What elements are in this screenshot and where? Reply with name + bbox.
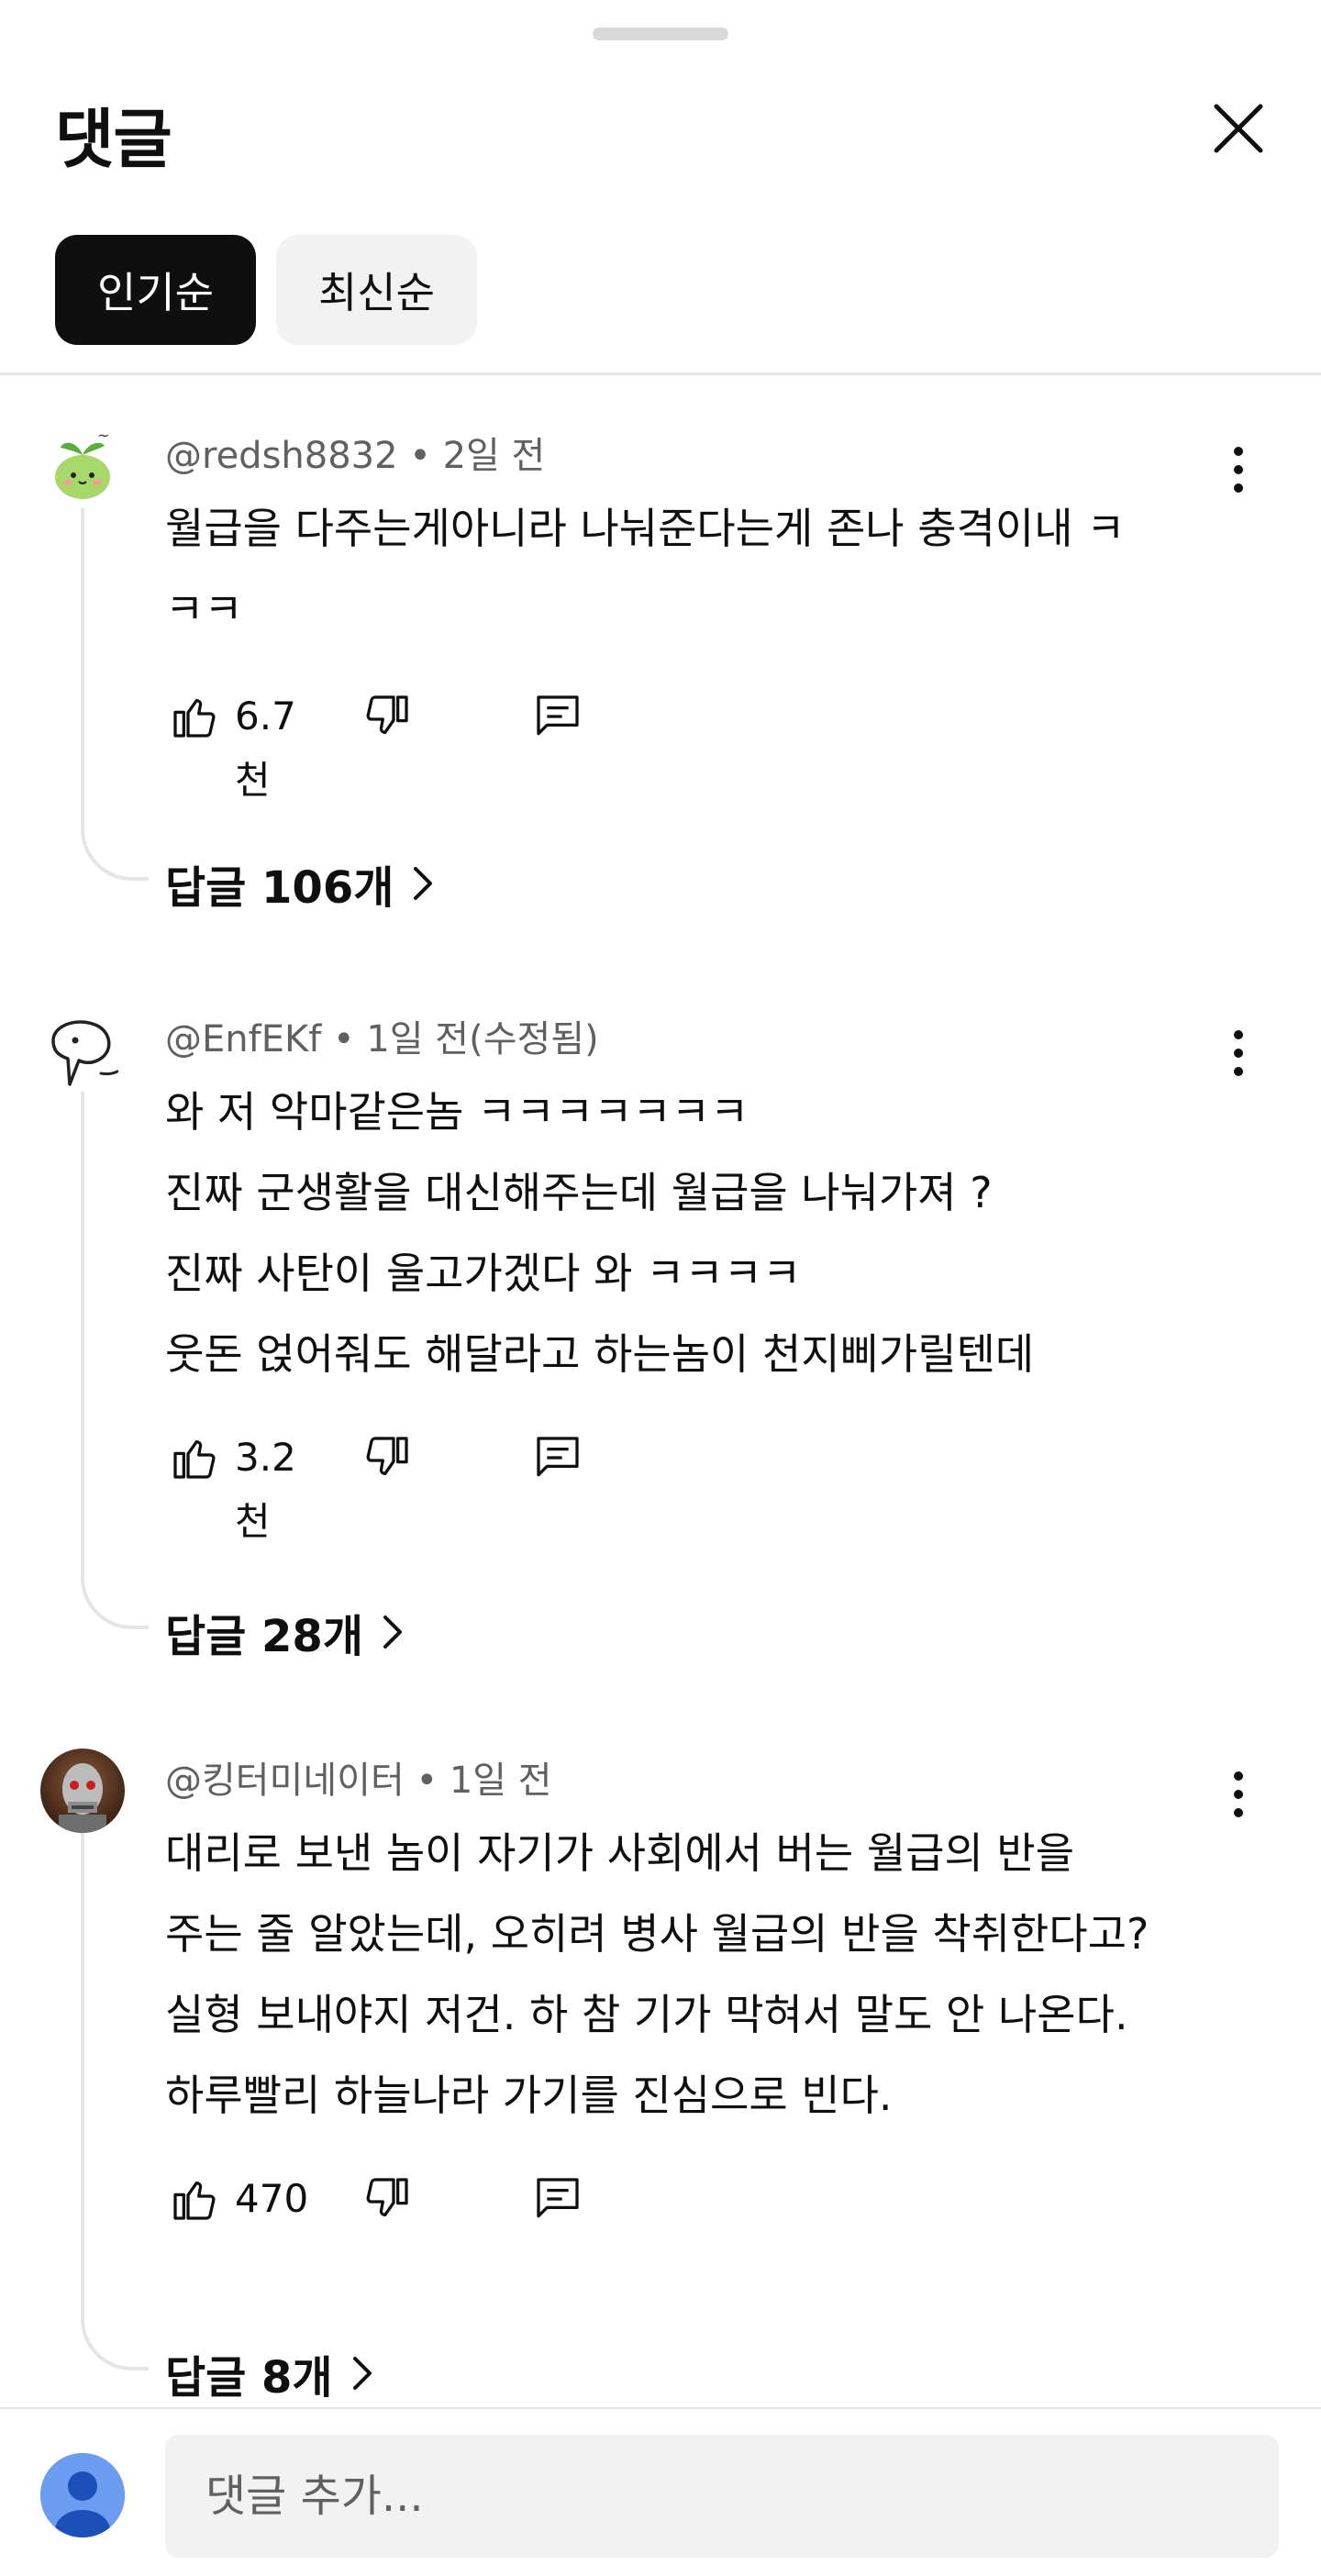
chevron-right-icon [352,2357,372,2390]
replies-count: 답글 28개 [165,1611,363,1662]
reply-button[interactable] [528,684,587,749]
thumb-up-icon [173,1439,216,1479]
sort-chips: 인기순 최신순 [55,235,477,345]
avatar[interactable] [40,1749,125,1833]
replies-count: 답글 8개 [165,2352,333,2404]
comment-2: @EnfEKf • 1일 전(수정됨) 와 저 악마같은놈 ㅋㅋㅋㅋㅋㅋㅋ 진짜… [0,1007,1321,1668]
comment-line: 하루빨리 하늘나라 가기를 진심으로 빈다. [165,2071,893,2120]
meta-separator: • [321,1018,367,1060]
comment-body: 월급을 다주는게아니라 나눠준다는게 존나 충격이내 ㅋ ㅋㅋ [165,488,1220,650]
reply-button[interactable] [528,1426,587,1490]
drag-handle[interactable] [593,28,728,40]
chip-popular[interactable]: 인기순 [55,235,256,345]
more-options-button[interactable] [1216,1758,1260,1831]
comment-line: 진짜 사탄이 울고가겠다 와 ㅋㅋㅋㅋ [165,1249,802,1298]
chevron-right-icon [414,867,433,900]
reply-button[interactable] [528,2167,587,2231]
dislike-button[interactable] [358,2167,416,2231]
view-replies-button[interactable]: 답글 28개 [165,1600,405,1664]
close-button[interactable] [1198,88,1279,169]
more-vert-icon [1234,1771,1243,1817]
comment-line: 와 저 악마같은놈 ㅋㅋㅋㅋㅋㅋㅋ [165,1087,749,1137]
avatar-speech-doodle-image [40,1007,125,1092]
avatar-sprout-image: ~ [40,424,125,508]
comment-body: 와 저 악마같은놈 ㅋㅋㅋㅋㅋㅋㅋ 진짜 군생활을 대신해주는데 월급을 나눠가… [165,1071,1220,1394]
like-button[interactable] [165,684,224,749]
comment-author[interactable]: @EnfEKf [165,1018,321,1060]
view-replies-button[interactable]: 답글 106개 [165,851,436,916]
like-button[interactable] [165,2167,224,2231]
avatar-terminator-image [40,1749,125,1833]
reply-icon [537,1437,579,1477]
thumb-down-icon [366,695,408,735]
comment-3: @킹터미네이터 • 1일 전 대리로 보낸 놈이 자기가 사회에서 버는 월급의… [0,1749,1321,2409]
more-vert-icon [1234,447,1243,493]
like-button[interactable] [165,1426,224,1490]
thumb-up-icon [173,698,216,738]
comment-line: 대리로 보낸 놈이 자기가 사회에서 버는 월급의 반을 [165,1828,1075,1878]
page-title: 댓글 [55,102,172,177]
comment-line: 월급을 다주는게아니라 나눠준다는게 존나 충격이내 ㅋ [165,504,1126,553]
avatar[interactable] [40,1007,125,1092]
more-options-button[interactable] [1216,1016,1260,1090]
comment-body: 대리로 보낸 놈이 자기가 사회에서 버는 월급의 반을 주는 줄 알았는데, … [165,1813,1220,2136]
comment-1: ~ @redsh8832 • 2일 전 월급을 다주는게아니라 나눠준다는게 존… [0,424,1321,919]
comment-input-bar: 댓글 추가... [0,2409,1321,2576]
reply-thread-line [81,1833,149,2371]
comment-author[interactable]: @킹터미네이터 [165,1760,405,1802]
dislike-button[interactable] [358,1426,416,1490]
reply-thread-line [81,508,149,881]
reply-icon [537,695,579,736]
comment-meta: @킹터미네이터 • 1일 전 [165,1750,552,1804]
comment-time: 1일 전(수정됨) [366,1018,599,1060]
comment-line: 주는 줄 알았는데, 오히려 병사 월급의 반을 착취한다고? [165,1909,1149,1959]
view-replies-button[interactable]: 답글 8개 [165,2341,375,2405]
more-options-button[interactable] [1216,433,1260,506]
svg-text:~: ~ [97,427,109,444]
add-comment-input[interactable]: 댓글 추가... [165,2435,1279,2558]
comment-author[interactable]: @redsh8832 [165,435,398,477]
close-icon [1214,104,1263,153]
chip-newest[interactable]: 최신순 [275,235,477,345]
my-avatar[interactable] [40,2453,125,2537]
reply-thread-line [81,1092,149,1629]
like-count: 470 [235,2176,309,2221]
meta-separator: • [397,435,443,477]
like-count: 6.7천 [235,694,296,803]
header-divider [0,372,1321,375]
comment-line: 실형 보내야지 저건. 하 참 기가 막혀서 말도 안 나온다. [165,1990,1128,2039]
comment-time: 2일 전 [442,435,546,477]
thumb-down-icon [366,2178,408,2217]
comment-meta: @redsh8832 • 2일 전 [165,426,545,479]
chevron-right-icon [383,1616,402,1649]
comment-meta: @EnfEKf • 1일 전(수정됨) [165,1009,599,1062]
comment-line: 진짜 군생활을 대신해주는데 월급을 나눠가져 ? [165,1168,993,1217]
meta-separator: • [404,1760,450,1802]
thumb-down-icon [366,1437,408,1476]
like-count: 3.2천 [235,1435,296,1544]
comment-time: 1일 전 [449,1760,552,1802]
comment-line: ㅋㅋ [165,584,243,634]
replies-count: 답글 106개 [165,862,394,914]
avatar[interactable]: ~ [40,424,125,508]
default-user-icon [40,2453,125,2537]
comment-line: 웃돈 얹어줘도 해달라고 하는놈이 천지삐가릴텐데 [165,1329,1035,1379]
dislike-button[interactable] [358,684,416,749]
more-vert-icon [1234,1030,1243,1076]
thumb-up-icon [173,2181,216,2220]
reply-icon [537,2178,579,2218]
